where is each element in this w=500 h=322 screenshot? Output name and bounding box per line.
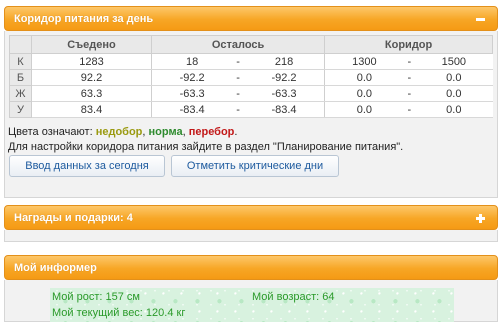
corridor-max: 1500 — [415, 53, 493, 70]
eaten-value: 1283 — [31, 53, 152, 70]
row-label: Б — [9, 69, 32, 86]
remaining-min: -63.3 — [151, 85, 233, 102]
corridor-dash: - — [403, 53, 416, 70]
corridor-dash: - — [403, 85, 416, 102]
collapse-icon[interactable] — [476, 18, 485, 21]
table-row: Б 92.2 -92.2 - -92.2 0.0 - 0.0 — [9, 69, 493, 86]
legend-sep: , — [142, 126, 146, 138]
informer-height: Мой рост: 157 см — [52, 291, 140, 303]
remaining-max: -83.4 — [243, 101, 326, 118]
remaining-dash: - — [232, 53, 244, 70]
corridor-dash: - — [403, 69, 416, 86]
corridor-min: 0.0 — [324, 69, 404, 86]
legend-under: недобор — [95, 126, 143, 138]
corridor-max: 0.0 — [415, 69, 493, 86]
enter-data-button[interactable]: Ввод данных за сегодня — [9, 155, 165, 177]
corridor-min: 0.0 — [324, 85, 404, 102]
informer-panel-title: Мой информер — [14, 262, 97, 274]
corridor-panel-body: Съедено Осталось Коридор К 1283 18 - 218… — [4, 31, 498, 198]
eaten-value: 63.3 — [31, 85, 152, 102]
table-header-eaten: Съедено — [31, 35, 152, 54]
corridor-panel-title: Коридор питания за день — [14, 13, 154, 25]
remaining-max: 218 — [243, 53, 326, 70]
remaining-dash: - — [232, 101, 244, 118]
remaining-dash: - — [232, 69, 244, 86]
table-header-corridor: Коридор — [324, 35, 493, 54]
remaining-max: -63.3 — [243, 85, 326, 102]
eaten-value: 92.2 — [31, 69, 152, 86]
remaining-min: 18 — [151, 53, 233, 70]
table-row: К 1283 18 - 218 1300 - 1500 — [9, 53, 493, 70]
corridor-max: 0.0 — [415, 85, 493, 102]
mark-critical-days-button[interactable]: Отметить критические дни — [171, 155, 339, 177]
legend-sep: , — [182, 126, 186, 138]
informer-widget: Мой рост: 157 см Мой возраст: 64 Мой тек… — [50, 288, 454, 322]
informer-panel-header[interactable]: Мой информер — [4, 255, 498, 280]
rewards-panel-title: Награды и подарки: 4 — [14, 212, 133, 224]
rewards-panel-body — [4, 230, 498, 242]
remaining-min: -83.4 — [151, 101, 233, 118]
eaten-value: 83.4 — [31, 101, 152, 118]
legend-norm: норма — [148, 126, 183, 138]
legend-prefix: Цвета означают: — [8, 126, 93, 138]
corridor-panel-header[interactable]: Коридор питания за день — [4, 6, 498, 31]
remaining-dash: - — [232, 85, 244, 102]
corridor-max: 0.0 — [415, 101, 493, 118]
settings-note: Для настройки коридора питания зайдите в… — [8, 141, 404, 153]
corridor-dash: - — [403, 101, 416, 118]
row-label: К — [9, 53, 32, 70]
remaining-max: -92.2 — [243, 69, 326, 86]
color-legend: Цвета означают: недобор, норма, перебор. — [8, 126, 237, 138]
corridor-table: Съедено Осталось Коридор К 1283 18 - 218… — [9, 35, 493, 118]
corridor-min: 0.0 — [324, 101, 404, 118]
table-row: Ж 63.3 -63.3 - -63.3 0.0 - 0.0 — [9, 85, 493, 102]
informer-weight: Мой текущий вес: 120.4 кг — [52, 307, 186, 319]
legend-over: перебор — [188, 126, 235, 138]
remaining-min: -92.2 — [151, 69, 233, 86]
informer-age: Мой возраст: 64 — [252, 291, 335, 303]
table-header-remaining: Осталось — [150, 35, 326, 54]
rewards-panel-header[interactable]: Награды и подарки: 4 — [4, 205, 498, 230]
table-header-blank — [9, 35, 32, 54]
row-label: У — [9, 101, 32, 118]
row-label: Ж — [9, 85, 32, 102]
legend-suffix: . — [234, 126, 238, 138]
table-row: У 83.4 -83.4 - -83.4 0.0 - 0.0 — [9, 101, 493, 118]
corridor-min: 1300 — [324, 53, 404, 70]
